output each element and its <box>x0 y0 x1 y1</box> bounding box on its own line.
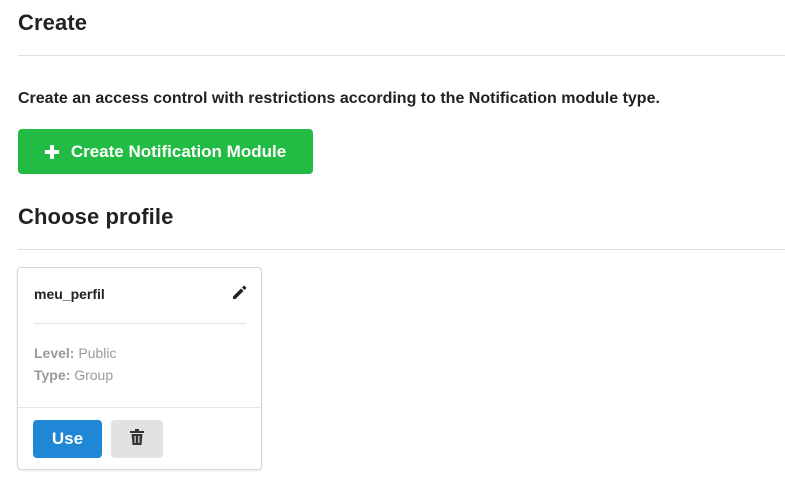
create-notification-module-button[interactable]: Create Notification Module <box>18 129 313 174</box>
create-section-title: Create <box>18 10 88 35</box>
card-footer: Use <box>18 407 261 469</box>
level-label: Level: <box>34 345 75 361</box>
delete-button[interactable] <box>111 420 163 458</box>
profile-card: meu_perfil Level: Public Type: Group Use <box>17 267 262 470</box>
trash-icon <box>130 428 144 450</box>
level-value: Public <box>78 345 117 361</box>
profile-level: Level: Public <box>34 345 117 361</box>
card-divider <box>34 323 246 324</box>
type-value: Group <box>74 367 114 383</box>
create-description: Create an access control with restrictio… <box>18 90 660 107</box>
profile-name: meu_perfil <box>34 286 105 302</box>
profile-type: Type: Group <box>34 367 113 383</box>
choose-profile-divider <box>18 249 785 250</box>
create-button-label: Create Notification Module <box>70 141 287 161</box>
type-label: Type: <box>34 367 71 383</box>
use-button[interactable]: Use <box>33 420 102 458</box>
pencil-icon[interactable] <box>230 283 248 301</box>
plus-icon <box>44 144 59 159</box>
create-section-divider <box>18 55 785 56</box>
choose-profile-title: Choose profile <box>18 204 174 229</box>
